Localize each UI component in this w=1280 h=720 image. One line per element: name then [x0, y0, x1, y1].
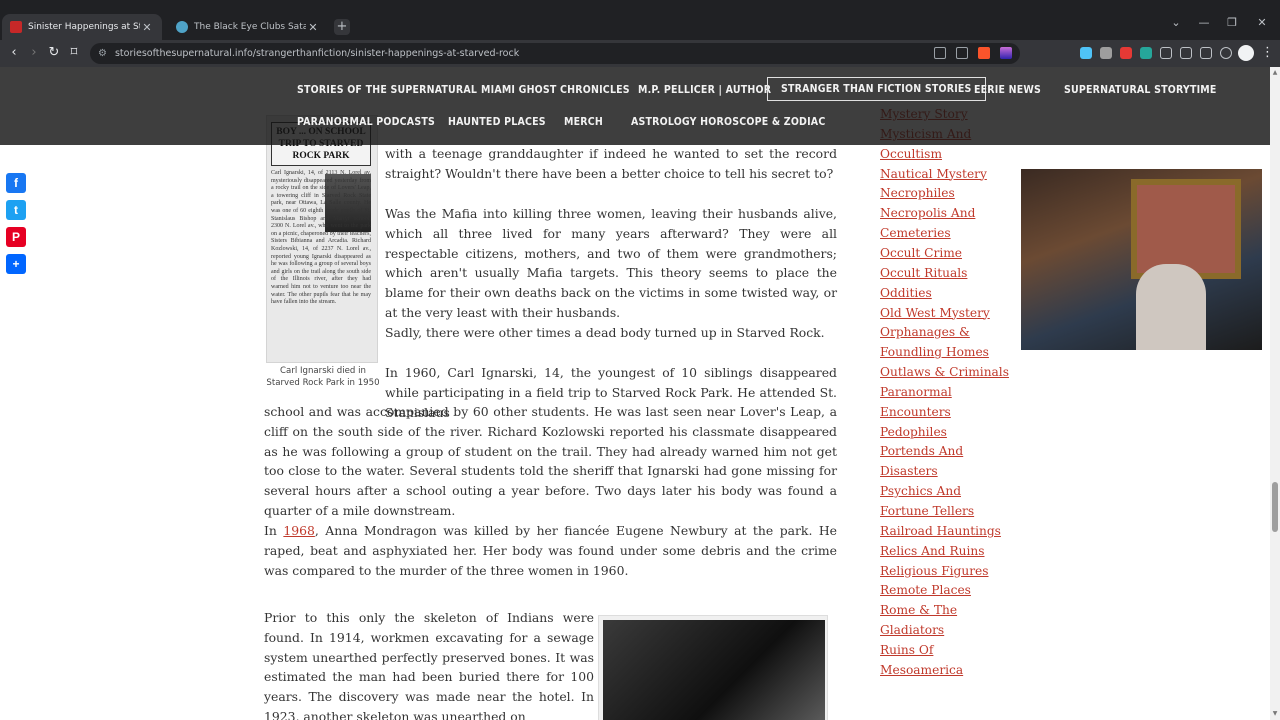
category-link[interactable]: Mesoamerica	[880, 663, 963, 677]
category-link[interactable]: Foundling Homes	[880, 345, 989, 359]
figure-caption: Carl Ignarski died in Starved Rock Park …	[266, 366, 380, 388]
tab-title: The Black Eye Clubs Satanic Illuminat	[194, 22, 306, 32]
brave-shield-icon[interactable]	[978, 47, 990, 59]
site-favicon-icon	[176, 21, 188, 33]
site-navigation: STORIES OF THE SUPERNATURAL MIAMI GHOST …	[0, 67, 1270, 145]
category-link[interactable]: Disasters	[880, 464, 938, 478]
nav-eerie-news[interactable]: EERIE NEWS	[974, 84, 1041, 96]
category-link[interactable]: Ruins Of	[880, 643, 933, 657]
archive-photo-image	[598, 615, 828, 720]
article-paragraph: school and was accompanied by 60 other s…	[264, 404, 837, 518]
category-link[interactable]: Old West Mystery	[880, 306, 990, 320]
category-link[interactable]: Oddities	[880, 286, 932, 300]
category-link[interactable]: Occult Crime	[880, 246, 962, 260]
browser-toolbar: ‹ › ↻ ⌑ ⚙ storiesofthesupernatural.info/…	[0, 40, 1280, 67]
year-1968-link[interactable]: 1968	[283, 523, 315, 538]
article-paragraph: Sadly, there were other times a dead bod…	[385, 325, 825, 340]
share-page-icon[interactable]	[956, 47, 968, 59]
presenter	[1136, 264, 1206, 350]
new-tab-button[interactable]: +	[334, 19, 350, 35]
category-link[interactable]: Cemeteries	[880, 226, 951, 240]
site-info-icon[interactable]: ⚙	[98, 48, 107, 59]
page-viewport: with a teenage granddaughter if indeed h…	[0, 67, 1280, 720]
category-link[interactable]: Necropolis And	[880, 206, 975, 220]
bookmark-icon[interactable]: ⌑	[66, 45, 82, 61]
url-text[interactable]: storiesofthesupernatural.info/strangerth…	[115, 48, 519, 59]
extension-icon[interactable]	[1100, 47, 1112, 59]
share-share-icon[interactable]: +	[6, 254, 26, 274]
category-link[interactable]: Psychics And	[880, 484, 961, 498]
category-link[interactable]: Paranormal	[880, 385, 952, 399]
nav-supernatural-storytime[interactable]: SUPERNATURAL STORYTIME	[1064, 84, 1217, 96]
share-pinterest-icon[interactable]: P	[6, 227, 26, 247]
window-close-icon[interactable]: ✕	[1252, 16, 1272, 29]
rewards-icon[interactable]	[1000, 47, 1012, 59]
page-scrollbar[interactable]: ▲ ▼	[1270, 67, 1280, 720]
category-link[interactable]: Nautical Mystery	[880, 167, 987, 181]
share-facebook-icon[interactable]: f	[6, 173, 26, 193]
category-link[interactable]: Necrophiles	[880, 186, 955, 200]
nav-miami-ghost-chronicles[interactable]: MIAMI GHOST CHRONICLES	[481, 84, 630, 96]
category-link[interactable]: Religious Figures	[880, 564, 989, 578]
category-link[interactable]: Portends And	[880, 444, 963, 458]
category-link[interactable]: Outlaws & Criminals	[880, 365, 1009, 379]
article-paragraph: In 1968, Anna Mondragon was killed by he…	[264, 523, 837, 578]
nav-haunted-places[interactable]: HAUNTED PLACES	[448, 116, 546, 128]
reader-mode-icon[interactable]	[934, 47, 946, 59]
nav-astrology[interactable]: ASTROLOGY HOROSCOPE & ZODIAC	[631, 116, 825, 128]
nav-paranormal-podcasts[interactable]: PARANORMAL PODCASTS	[297, 116, 435, 128]
nav-author[interactable]: M.P. PELLICER | AUTHOR	[638, 84, 771, 96]
tab-inactive[interactable]: The Black Eye Clubs Satanic Illuminat ✕	[168, 14, 328, 40]
category-link[interactable]: Occultism	[880, 147, 942, 161]
close-tab-icon[interactable]: ✕	[306, 21, 320, 34]
scroll-up-icon[interactable]: ▲	[1271, 69, 1279, 77]
leo-ai-icon[interactable]	[1220, 47, 1232, 59]
category-link[interactable]: Encounters	[880, 405, 951, 419]
nav-stranger-than-fiction[interactable]: STRANGER THAN FICTION STORIES	[767, 77, 986, 101]
tab-search-icon[interactable]: ⌄	[1166, 16, 1186, 29]
category-link[interactable]: Remote Places	[880, 583, 971, 597]
nav-stories-of-the-supernatural[interactable]: STORIES OF THE SUPERNATURAL	[297, 84, 477, 96]
extensions-puzzle-icon[interactable]	[1160, 47, 1172, 59]
address-bar[interactable]: ⚙ storiesofthesupernatural.info/stranger…	[90, 43, 1020, 64]
article-paragraph: Prior to this only the skeleton of India…	[264, 610, 594, 720]
category-link[interactable]: Relics And Ruins	[880, 544, 985, 558]
webcam-overlay	[1021, 169, 1262, 350]
pdf-extension-icon[interactable]	[1120, 47, 1132, 59]
newspaper-clipping-image: BOY ... ON SCHOOL TRIP TO STARVED ROCK P…	[266, 115, 378, 363]
category-link[interactable]: Rome & The	[880, 603, 957, 617]
profile-avatar[interactable]	[1238, 45, 1254, 61]
category-link[interactable]: Orphanages &	[880, 325, 970, 339]
sidebar-icon[interactable]	[1180, 47, 1192, 59]
menu-kebab-icon[interactable]: ⋮	[1261, 45, 1274, 61]
painting-frame	[1131, 179, 1241, 279]
category-link[interactable]: Occult Rituals	[880, 266, 967, 280]
minimize-icon[interactable]: —	[1194, 16, 1214, 29]
category-link[interactable]: Railroad Hauntings	[880, 524, 1001, 538]
tab-title: Sinister Happenings at Starved R	[28, 22, 140, 32]
extension-icon[interactable]	[1080, 47, 1092, 59]
scroll-down-icon[interactable]: ▼	[1271, 710, 1279, 718]
article-paragraph: with a teenage granddaughter if indeed h…	[385, 146, 837, 181]
category-link[interactable]: Gladiators	[880, 623, 944, 637]
extension-icon[interactable]	[1140, 47, 1152, 59]
browser-tab-strip: Sinister Happenings at Starved R ✕ The B…	[0, 0, 1280, 40]
tab-active[interactable]: Sinister Happenings at Starved R ✕	[2, 14, 162, 40]
back-icon[interactable]: ‹	[6, 45, 22, 61]
article-paragraph: Was the Mafia into killing three women, …	[385, 206, 837, 320]
reload-icon[interactable]: ↻	[46, 45, 62, 61]
forward-icon[interactable]: ›	[26, 45, 42, 61]
category-link[interactable]: Fortune Tellers	[880, 504, 974, 518]
article-body: with a teenage granddaughter if indeed h…	[0, 67, 850, 720]
share-twitter-icon[interactable]: t	[6, 200, 26, 220]
scroll-thumb[interactable]	[1272, 482, 1278, 532]
close-tab-icon[interactable]: ✕	[140, 21, 154, 34]
clipping-text: Carl Ignarski, 14, of 2113 N. Lorel av. …	[271, 170, 371, 306]
nav-merch[interactable]: MERCH	[564, 116, 603, 128]
wallet-icon[interactable]	[1200, 47, 1212, 59]
category-link[interactable]: Pedophiles	[880, 425, 947, 439]
site-favicon-icon	[10, 21, 22, 33]
restore-icon[interactable]: ❐	[1222, 16, 1242, 29]
